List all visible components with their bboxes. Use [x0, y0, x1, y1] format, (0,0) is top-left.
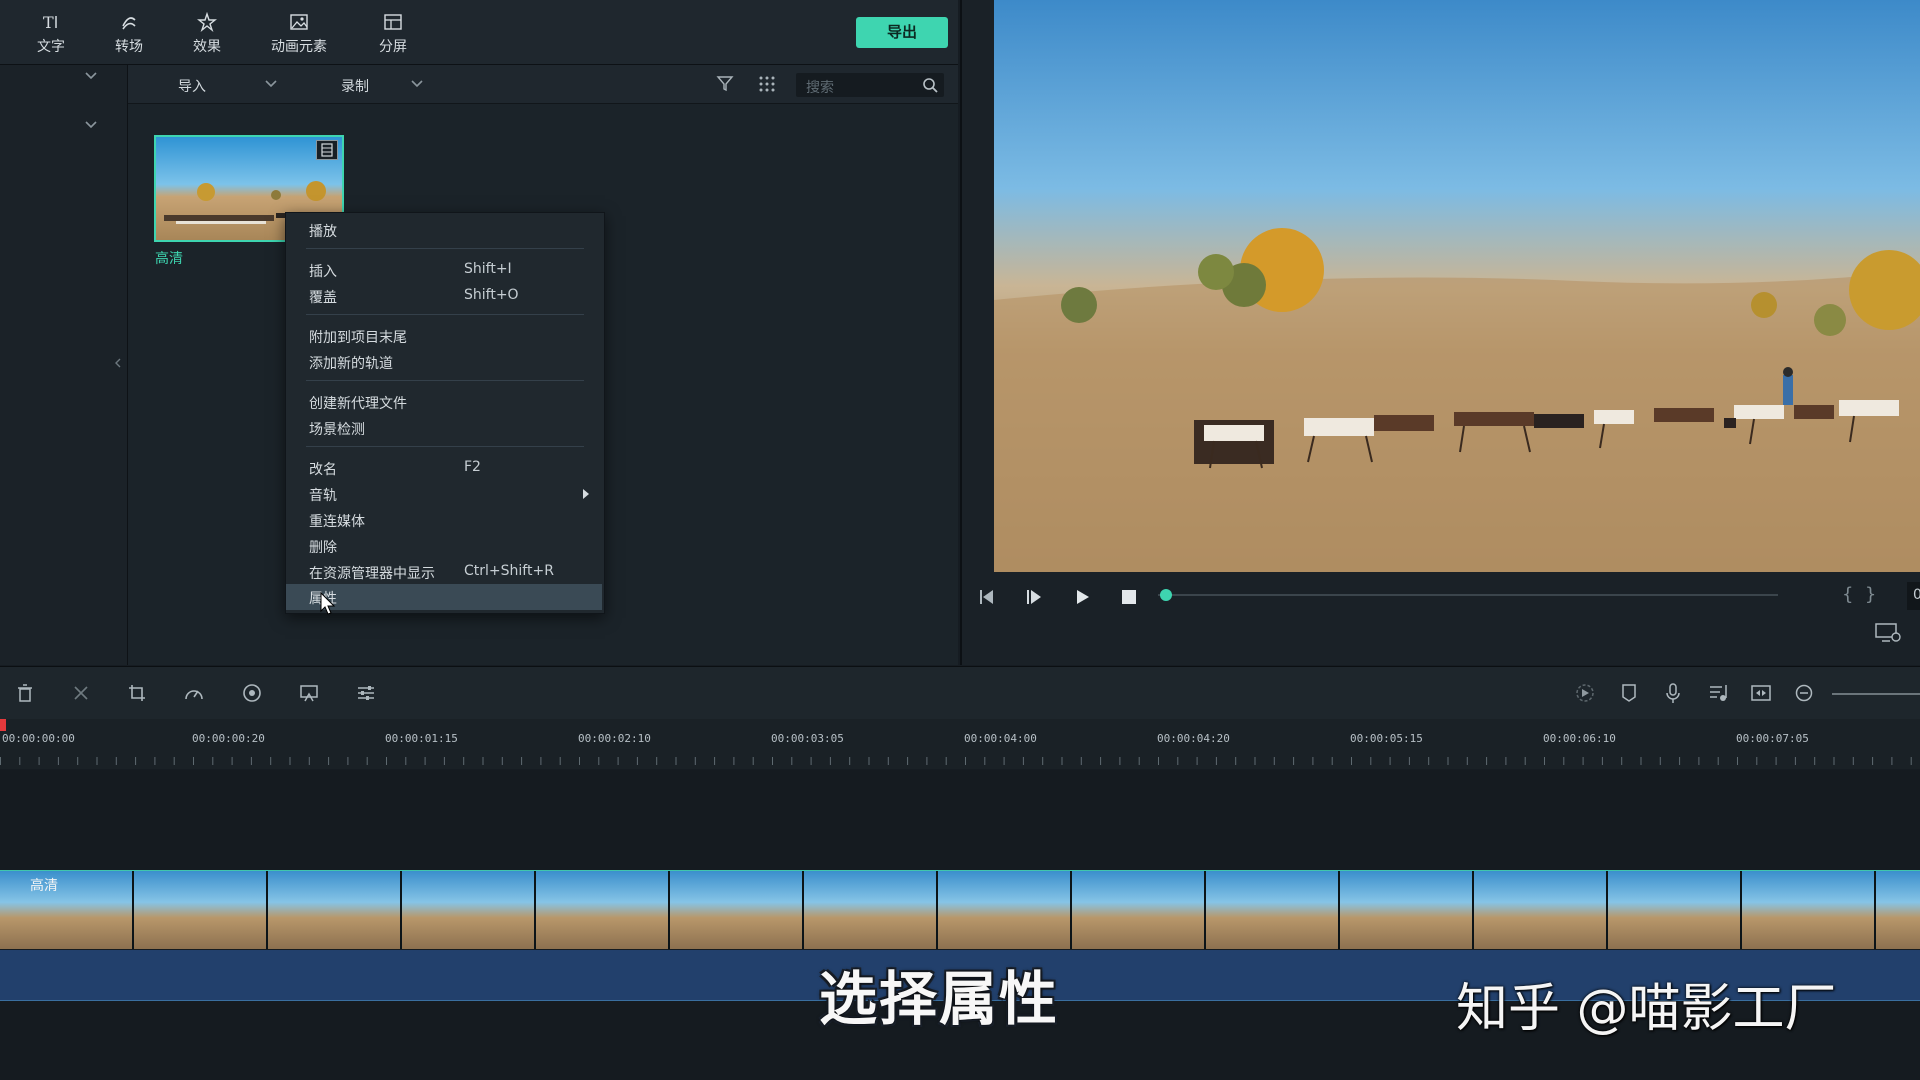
video-caption: 选择属性 [819, 965, 1060, 1033]
toolbar-animation-elements[interactable]: 动画元素 [264, 10, 334, 56]
zoom-slider[interactable] [1832, 693, 1920, 695]
toolbar-split-screen[interactable]: 分屏 [358, 10, 428, 56]
text-icon: T [16, 10, 86, 34]
import-dropdown-label[interactable]: 导入 [178, 76, 206, 96]
toolbar-effects[interactable]: 效果 [172, 10, 242, 56]
menu-item-delete[interactable]: 删除 [286, 534, 602, 558]
effects-icon [172, 10, 242, 34]
toolbar-transition[interactable]: 转场 [94, 10, 164, 56]
ruler-time-label: 00:00:05:15 [1350, 732, 1423, 745]
preview-panel: { } 0 [960, 0, 1920, 665]
step-forward-icon[interactable] [1024, 588, 1044, 606]
menu-item-play[interactable]: 播放 [286, 218, 602, 242]
watermark: 知乎 @喵影工厂 [1456, 979, 1837, 1039]
chevron-down-icon[interactable] [84, 120, 98, 130]
cut-icon[interactable] [72, 684, 90, 702]
fit-to-timeline-icon[interactable] [1750, 683, 1772, 703]
mark-in-out-icon[interactable]: { } [1842, 584, 1876, 605]
menu-item-create-proxy[interactable]: 创建新代理文件 [286, 390, 602, 414]
submenu-arrow-icon [582, 489, 590, 499]
record-dropdown-label[interactable]: 录制 [341, 76, 369, 96]
ruler-time-label: 00:00:00:00 [2, 732, 75, 745]
render-preview-icon[interactable] [1574, 683, 1596, 703]
playhead-handle[interactable] [1160, 589, 1172, 601]
timeline-ruler: 00:00:00:00 00:00:00:20 00:00:01:15 00:0… [0, 719, 1920, 769]
menu-item-show-in-explorer[interactable]: 在资源管理器中显示 Ctrl+Shift+R [286, 560, 602, 584]
video-preview [994, 0, 1920, 572]
media-item-label: 高清 [155, 251, 183, 267]
menu-item-append-to-end[interactable]: 附加到项目末尾 [286, 324, 602, 348]
grid-view-icon[interactable] [758, 75, 776, 93]
menu-item-scene-detection[interactable]: 场景检测 [286, 416, 602, 440]
menu-separator [306, 314, 584, 315]
adjust-settings-icon[interactable] [356, 684, 376, 702]
play-icon[interactable] [1072, 588, 1092, 606]
svg-text:T: T [43, 13, 54, 32]
collapse-panel-icon[interactable] [114, 357, 122, 369]
menu-item-overwrite[interactable]: 覆盖 Shift+O [286, 284, 602, 308]
menu-item-add-new-track[interactable]: 添加新的轨道 [286, 350, 602, 374]
media-category-sidebar [0, 65, 128, 665]
menu-separator [306, 248, 584, 249]
ruler-time-label: 00:00:00:20 [192, 732, 265, 745]
export-button[interactable]: 导出 [856, 17, 948, 48]
menu-item-rename[interactable]: 改名 F2 [286, 456, 602, 480]
ruler-time-label: 00:00:04:20 [1157, 732, 1230, 745]
chevron-down-icon[interactable] [410, 79, 424, 89]
transition-icon [94, 10, 164, 34]
speed-icon[interactable] [184, 684, 204, 702]
stop-icon[interactable] [1120, 589, 1138, 605]
ruler-time-label: 00:00:04:00 [964, 732, 1037, 745]
clip-label: 高清 [30, 878, 58, 894]
ruler-time-label: 00:00:01:15 [385, 732, 458, 745]
chevron-down-icon[interactable] [264, 79, 278, 89]
search-placeholder: 搜索 [806, 80, 834, 96]
ruler-time-label: 00:00:07:05 [1736, 732, 1809, 745]
audio-mixer-icon[interactable] [1708, 683, 1728, 703]
timecode-display: 0 [1907, 582, 1920, 610]
menu-item-insert[interactable]: 插入 Shift+I [286, 258, 602, 282]
ruler-ticks [0, 749, 1920, 769]
split-screen-icon [358, 10, 428, 34]
color-correction-icon[interactable] [242, 684, 262, 702]
ruler-time-label: 00:00:02:10 [578, 732, 651, 745]
mouse-cursor-icon [320, 592, 336, 616]
timeline-playhead[interactable] [0, 719, 6, 731]
menu-separator [306, 380, 584, 381]
menu-item-relink-media[interactable]: 重连媒体 [286, 508, 602, 532]
delete-icon[interactable] [16, 684, 34, 702]
previous-frame-icon[interactable] [977, 588, 997, 606]
top-toolbar: T 文字 转场 效果 动画元素 分屏 导出 [0, 0, 958, 65]
search-input[interactable]: 搜索 [796, 73, 944, 97]
microphone-icon[interactable] [1664, 682, 1682, 704]
horse-herd-preview-image [994, 228, 1920, 572]
crop-icon[interactable] [128, 684, 146, 702]
video-clip-icon [316, 140, 338, 160]
playback-progress-track[interactable] [1158, 594, 1778, 596]
search-icon[interactable] [922, 77, 938, 93]
green-screen-icon[interactable] [299, 684, 319, 702]
ruler-time-label: 00:00:06:10 [1543, 732, 1616, 745]
toolbar-text[interactable]: T 文字 [16, 10, 86, 56]
context-menu: 播放 插入 Shift+I 覆盖 Shift+O 附加到项目末尾 添加新的轨道 创建… [285, 212, 605, 614]
animation-elements-icon [264, 10, 334, 34]
marker-icon[interactable] [1620, 683, 1638, 703]
timeline-toolbar [0, 666, 1920, 720]
menu-item-audio-track[interactable]: 音轨 [286, 482, 602, 506]
media-toolbar: 导入 录制 搜索 [128, 65, 958, 104]
video-clip-track[interactable]: 高清 [0, 870, 1920, 949]
ruler-time-label: 00:00:03:05 [771, 732, 844, 745]
zoom-out-icon[interactable] [1794, 683, 1814, 703]
menu-separator [306, 446, 584, 447]
chevron-down-icon[interactable] [84, 71, 98, 81]
timecode-text: 0 [1913, 587, 1920, 603]
filter-icon[interactable] [716, 74, 734, 92]
display-settings-icon[interactable] [1874, 622, 1902, 644]
